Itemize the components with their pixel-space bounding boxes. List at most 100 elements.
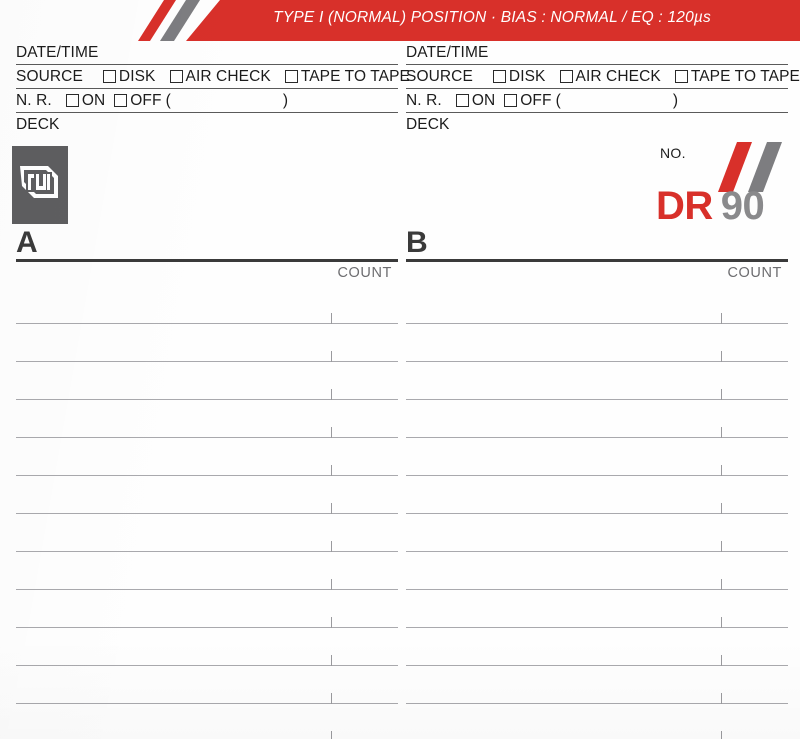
count-column-tick bbox=[721, 540, 722, 552]
checkbox-nr-off[interactable]: OFF bbox=[504, 92, 551, 110]
checkbox-nr-on[interactable]: ON bbox=[455, 92, 495, 110]
track-line-row[interactable] bbox=[406, 704, 788, 739]
checkbox-icon[interactable] bbox=[455, 94, 469, 107]
brand-series: DR bbox=[656, 184, 713, 228]
count-column-tick bbox=[721, 464, 722, 476]
checkbox-source-disk[interactable]: DISK bbox=[102, 67, 156, 86]
count-label: COUNT bbox=[337, 264, 392, 281]
track-line-row[interactable] bbox=[16, 286, 398, 324]
count-column-tick bbox=[721, 388, 722, 400]
track-line-row[interactable] bbox=[406, 666, 788, 704]
label-date-time: DATE/TIME bbox=[406, 43, 489, 61]
checkbox-nr-off[interactable]: OFF bbox=[114, 92, 161, 110]
checkbox-icon[interactable] bbox=[114, 94, 128, 107]
track-line-row[interactable] bbox=[406, 400, 788, 438]
field-row-deck[interactable]: DECK bbox=[16, 113, 398, 136]
count-column-tick bbox=[721, 426, 722, 438]
checkbox-label-tape-to-tape: TAPE TO TAPE bbox=[300, 67, 410, 85]
track-line-row[interactable] bbox=[16, 552, 398, 590]
track-line-row[interactable] bbox=[406, 324, 788, 362]
checkbox-nr-on[interactable]: ON bbox=[65, 91, 106, 110]
fuji-logo-icon bbox=[12, 146, 68, 224]
track-line-row[interactable] bbox=[16, 324, 398, 362]
track-line-row[interactable] bbox=[406, 628, 788, 666]
side-section-b: B COUNT bbox=[406, 228, 788, 739]
side-letter-a: A bbox=[16, 226, 38, 259]
checkbox-source-disk[interactable]: DISK bbox=[492, 68, 546, 86]
track-line-row[interactable] bbox=[406, 438, 788, 476]
checkbox-icon[interactable] bbox=[284, 70, 298, 83]
track-line-row[interactable] bbox=[16, 628, 398, 666]
brand-length: 90 bbox=[720, 184, 765, 228]
count-column-tick bbox=[721, 654, 722, 666]
checkbox-label-air-check: AIR CHECK bbox=[185, 67, 271, 85]
label-source: SOURCE bbox=[16, 67, 83, 85]
label-date-time: DATE/TIME bbox=[16, 43, 99, 61]
label-number: NO. bbox=[660, 145, 686, 161]
track-line-row[interactable] bbox=[16, 514, 398, 552]
track-line-row[interactable] bbox=[16, 476, 398, 514]
track-line-row[interactable] bbox=[16, 590, 398, 628]
fuji-logo-mark bbox=[20, 166, 58, 198]
brand-name: DR 90 bbox=[656, 184, 765, 229]
count-column-tick bbox=[721, 692, 722, 704]
brand-block: NO. DR 90 bbox=[642, 140, 792, 240]
label-deck: DECK bbox=[406, 115, 450, 133]
nr-paren-close: ) bbox=[672, 91, 679, 109]
banner-text: TYPE I (NORMAL) POSITION · BIAS : NORMAL… bbox=[273, 9, 711, 26]
field-row-noise-reduction[interactable]: N. R. ON OFF ( ) bbox=[406, 89, 788, 113]
track-line-row[interactable] bbox=[406, 286, 788, 324]
count-column-tick bbox=[721, 730, 722, 739]
track-lines-b bbox=[406, 286, 788, 739]
count-column-tick bbox=[721, 578, 722, 590]
count-column-tick bbox=[331, 502, 332, 514]
track-line-row[interactable] bbox=[406, 590, 788, 628]
count-column-tick bbox=[331, 312, 332, 324]
track-line-row[interactable] bbox=[16, 362, 398, 400]
checkbox-icon[interactable] bbox=[674, 70, 688, 83]
checkbox-source-tape-to-tape[interactable]: TAPE TO TAPE bbox=[284, 67, 410, 86]
field-row-date-time[interactable]: DATE/TIME bbox=[16, 41, 398, 65]
type-banner: TYPE I (NORMAL) POSITION · BIAS : NORMAL… bbox=[0, 0, 800, 41]
count-column-tick bbox=[331, 388, 332, 400]
checkbox-icon[interactable] bbox=[504, 94, 518, 107]
checkbox-icon[interactable] bbox=[169, 70, 183, 83]
count-column-tick bbox=[721, 312, 722, 324]
count-column-tick bbox=[331, 730, 332, 739]
track-line-row[interactable] bbox=[16, 704, 398, 739]
label-source: SOURCE bbox=[406, 67, 473, 85]
track-line-row[interactable] bbox=[406, 476, 788, 514]
count-column-tick bbox=[721, 616, 722, 628]
checkbox-source-air-check[interactable]: AIR CHECK bbox=[559, 67, 661, 86]
track-line-row[interactable] bbox=[16, 438, 398, 476]
field-row-date-time[interactable]: DATE/TIME bbox=[406, 41, 788, 65]
track-line-row[interactable] bbox=[406, 362, 788, 400]
count-column-tick bbox=[331, 616, 332, 628]
side-section-a: A COUNT bbox=[16, 228, 398, 739]
count-column-tick bbox=[331, 578, 332, 590]
form-panel-a: DATE/TIME SOURCE DISK AIR CHECK TAPE TO … bbox=[16, 41, 410, 136]
checkbox-icon[interactable] bbox=[492, 70, 506, 83]
field-row-source[interactable]: SOURCE DISK AIR CHECK TAPE TO TAPE bbox=[406, 65, 800, 89]
checkbox-label-disk: DISK bbox=[118, 67, 156, 85]
track-line-row[interactable] bbox=[16, 666, 398, 704]
track-line-row[interactable] bbox=[406, 552, 788, 590]
track-line-row[interactable] bbox=[16, 400, 398, 438]
count-column-tick bbox=[331, 540, 332, 552]
checkbox-source-tape-to-tape[interactable]: TAPE TO TAPE bbox=[674, 67, 800, 86]
label-noise-reduction: N. R. bbox=[16, 91, 52, 109]
checkbox-icon[interactable] bbox=[102, 70, 116, 83]
checkbox-label-air-check: AIR CHECK bbox=[575, 67, 661, 85]
count-column-tick bbox=[331, 350, 332, 362]
checkbox-source-air-check[interactable]: AIR CHECK bbox=[169, 67, 271, 86]
field-row-source[interactable]: SOURCE DISK AIR CHECK TAPE TO TAPE bbox=[16, 65, 410, 89]
count-header-a: COUNT bbox=[16, 262, 398, 286]
checkbox-label-tape-to-tape: TAPE TO TAPE bbox=[690, 67, 800, 85]
field-row-deck[interactable]: DECK bbox=[406, 113, 788, 136]
checkbox-label-on: ON bbox=[81, 91, 106, 109]
count-column-tick bbox=[331, 692, 332, 704]
track-line-row[interactable] bbox=[406, 514, 788, 552]
checkbox-icon[interactable] bbox=[65, 94, 79, 107]
field-row-noise-reduction[interactable]: N. R. ON OFF ( ) bbox=[16, 89, 398, 113]
checkbox-icon[interactable] bbox=[559, 70, 573, 83]
